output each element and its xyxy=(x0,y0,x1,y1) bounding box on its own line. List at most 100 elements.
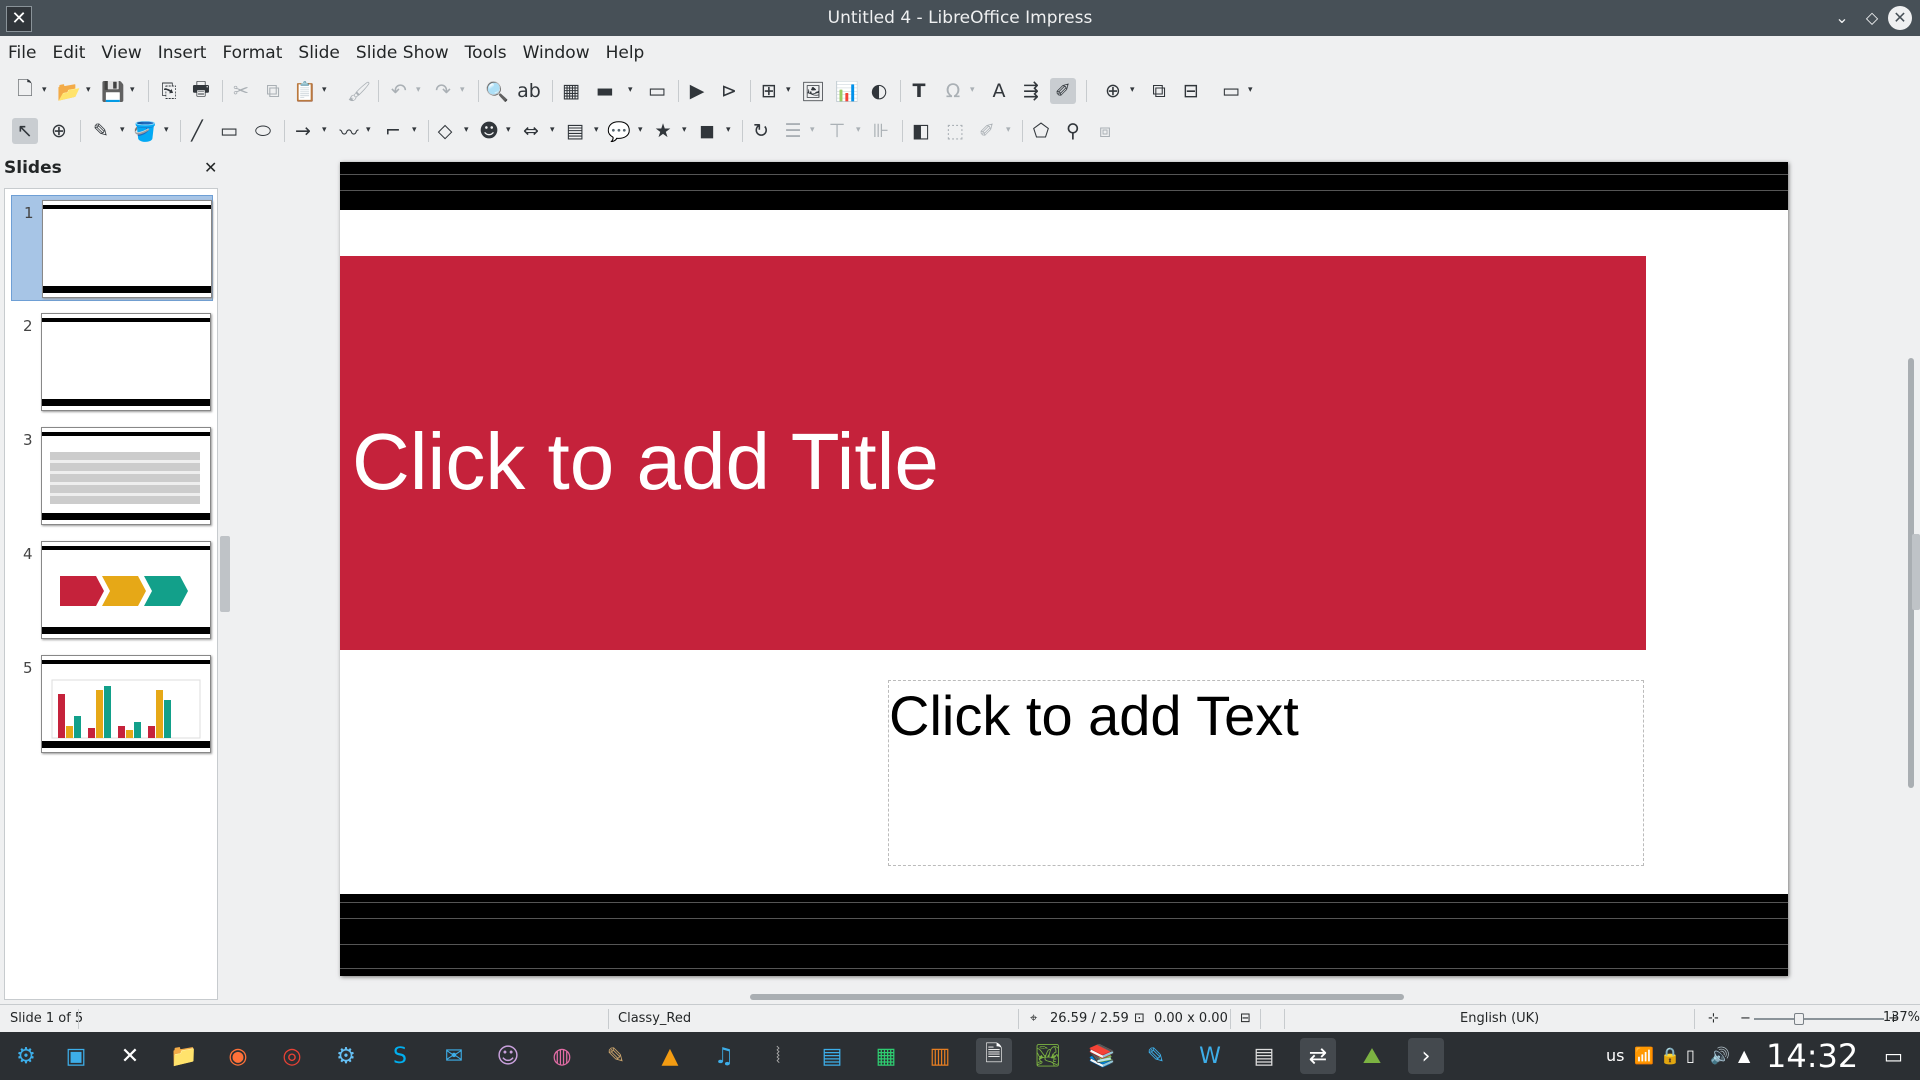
text-box-icon[interactable]: T xyxy=(906,78,932,104)
connectors-icon[interactable]: ⌐ xyxy=(380,118,406,144)
cut-icon[interactable]: ✂ xyxy=(228,78,254,104)
distribute-icon[interactable]: ⊪ xyxy=(868,118,894,144)
zoom-slider[interactable] xyxy=(1754,1018,1884,1020)
slide-thumbnail-4[interactable]: 4 xyxy=(11,537,211,641)
dropdown-arrow-icon[interactable]: ▾ xyxy=(550,125,558,137)
app-launcher-icon[interactable]: ⚙ xyxy=(8,1038,44,1074)
arrange-icon[interactable]: ⊤ xyxy=(824,118,850,144)
desktop-icon[interactable]: ▣ xyxy=(58,1038,94,1074)
dropdown-arrow-icon[interactable]: ▾ xyxy=(366,125,374,137)
keyboard-layout[interactable]: us xyxy=(1606,1032,1624,1080)
close-window-icon[interactable]: ✕ xyxy=(1888,6,1912,30)
block-arrows-icon[interactable]: ⇔ xyxy=(518,118,544,144)
start-from-first-icon[interactable]: ▶ xyxy=(684,78,710,104)
curves-icon[interactable]: 〰 xyxy=(336,118,362,144)
slide-layout-icon[interactable]: ▭ xyxy=(1218,78,1244,104)
line-arrows-icon[interactable]: → xyxy=(290,118,316,144)
zoom-level[interactable]: 137% xyxy=(1870,1004,1920,1032)
battery-icon[interactable]: ▯ xyxy=(1686,1032,1695,1080)
pidgin-icon[interactable]: ☺ xyxy=(490,1038,526,1074)
slide-thumbnail-5[interactable]: 5 xyxy=(11,651,211,755)
terminal-app-icon[interactable]: W xyxy=(1192,1038,1228,1074)
dropdown-arrow-icon[interactable]: ▾ xyxy=(1130,85,1138,97)
callouts-icon[interactable]: 💬 xyxy=(606,118,632,144)
display-views-icon[interactable]: ▬ xyxy=(592,78,618,104)
line-icon[interactable]: ╱ xyxy=(184,118,210,144)
sidebar-collapse-handle[interactable] xyxy=(1912,534,1920,610)
menu-help[interactable]: Help xyxy=(598,36,653,70)
find-replace-icon[interactable]: 🔍 xyxy=(484,78,510,104)
audio-editor-icon[interactable]: ⦚ xyxy=(760,1038,796,1074)
points-icon[interactable]: ⬠ xyxy=(1028,118,1054,144)
tray-expand-icon[interactable]: ▲ xyxy=(1738,1032,1750,1080)
toggle-extrusion-icon[interactable]: ⧈ xyxy=(1092,118,1118,144)
save-icon[interactable]: 💾 xyxy=(100,78,126,104)
redo-icon[interactable]: ↷ xyxy=(430,78,456,104)
konsole-icon[interactable]: › xyxy=(1408,1038,1444,1074)
dropdown-arrow-icon[interactable]: ▾ xyxy=(628,85,636,97)
clone-formatting-icon[interactable]: 🖌 xyxy=(346,78,372,104)
lock-icon[interactable]: 🔒 xyxy=(1660,1032,1680,1080)
chrome-icon[interactable]: ◎ xyxy=(274,1038,310,1074)
rectangle-icon[interactable]: ▭ xyxy=(216,118,242,144)
align-icon[interactable]: ☰ xyxy=(780,118,806,144)
export-pdf-icon[interactable]: ⎘ xyxy=(156,78,182,104)
calc-icon[interactable]: ▦ xyxy=(868,1038,904,1074)
wifi-icon[interactable]: 📶 xyxy=(1634,1032,1654,1080)
firefox-icon[interactable]: ◉ xyxy=(220,1038,256,1074)
image-icon[interactable]: 🖼 xyxy=(800,78,826,104)
ellipse-icon[interactable]: ⬭ xyxy=(250,118,276,144)
rotate-icon[interactable]: ↻ xyxy=(748,118,774,144)
dropdown-arrow-icon[interactable]: ▾ xyxy=(856,125,864,137)
dropdown-arrow-icon[interactable]: ▾ xyxy=(120,125,128,137)
menu-slide[interactable]: Slide xyxy=(290,36,348,70)
print-icon[interactable]: 🖶 xyxy=(188,78,214,104)
impress-icon[interactable]: ▥ xyxy=(922,1038,958,1074)
image-viewer-icon[interactable]: 🏞 xyxy=(1030,1038,1066,1074)
slide-thumbnail-2[interactable]: 2 xyxy=(11,309,211,413)
headphones-icon[interactable]: ♫ xyxy=(706,1038,742,1074)
show-desktop-icon[interactable]: ▭ xyxy=(1884,1032,1903,1080)
text-editor-icon[interactable]: 🗎 xyxy=(976,1038,1012,1074)
open-icon[interactable]: 📂 xyxy=(56,78,82,104)
special-character-icon[interactable]: Ω xyxy=(940,78,966,104)
zoom-slider-handle[interactable] xyxy=(1794,1013,1804,1025)
writer-icon[interactable]: ▤ xyxy=(814,1038,850,1074)
copy-icon[interactable]: ⧉ xyxy=(260,78,286,104)
minimize-icon[interactable]: ⌄ xyxy=(1830,6,1854,30)
shadow-icon[interactable]: ◧ xyxy=(908,118,934,144)
xorg-icon[interactable]: ✕ xyxy=(112,1038,148,1074)
fields-icon[interactable]: ⇶ xyxy=(1018,78,1044,104)
flowchart-icon[interactable]: ▤ xyxy=(562,118,588,144)
zoom-out-icon[interactable]: − xyxy=(1740,1005,1751,1033)
menu-format[interactable]: Format xyxy=(214,36,290,70)
dropdown-arrow-icon[interactable]: ▾ xyxy=(412,125,420,137)
menu-view[interactable]: View xyxy=(93,36,149,70)
text-placeholder[interactable]: Click to add Text xyxy=(888,680,1644,866)
grid-icon[interactable]: ▦ xyxy=(558,78,584,104)
dropdown-arrow-icon[interactable]: ▾ xyxy=(810,125,818,137)
new-document-icon[interactable]: 🗋 xyxy=(12,78,38,104)
dropdown-arrow-icon[interactable]: ▾ xyxy=(970,85,978,97)
messaging-icon[interactable]: ✉ xyxy=(436,1038,472,1074)
start-from-current-icon[interactable]: ⊳ xyxy=(716,78,742,104)
file-manager-icon[interactable]: 📁 xyxy=(166,1038,202,1074)
menu-window[interactable]: Window xyxy=(515,36,598,70)
chart-icon[interactable]: 📊 xyxy=(834,78,860,104)
library-icon[interactable]: 📚 xyxy=(1084,1038,1120,1074)
new-slide-icon[interactable]: ⊕ xyxy=(1100,78,1126,104)
menu-tools[interactable]: Tools xyxy=(457,36,515,70)
stars-icon[interactable]: ★ xyxy=(650,118,676,144)
settings-icon[interactable]: ⇄ xyxy=(1300,1038,1336,1074)
close-panel-icon[interactable]: ✕ xyxy=(204,158,217,177)
slide-canvas[interactable]: Click to add Title Click to add Text xyxy=(340,162,1788,976)
dropdown-arrow-icon[interactable]: ▾ xyxy=(506,125,514,137)
menu-file[interactable]: File xyxy=(0,36,44,70)
steam-icon[interactable]: ⚙ xyxy=(328,1038,364,1074)
dropdown-arrow-icon[interactable]: ▾ xyxy=(1006,125,1014,137)
fit-slide-icon[interactable]: ⊹ xyxy=(1708,1005,1719,1033)
menu-slide-show[interactable]: Slide Show xyxy=(348,36,457,70)
gimp-icon[interactable]: ✎ xyxy=(598,1038,634,1074)
3d-objects-icon[interactable]: ◼ xyxy=(694,118,720,144)
basic-shapes-icon[interactable]: ◇ xyxy=(432,118,458,144)
